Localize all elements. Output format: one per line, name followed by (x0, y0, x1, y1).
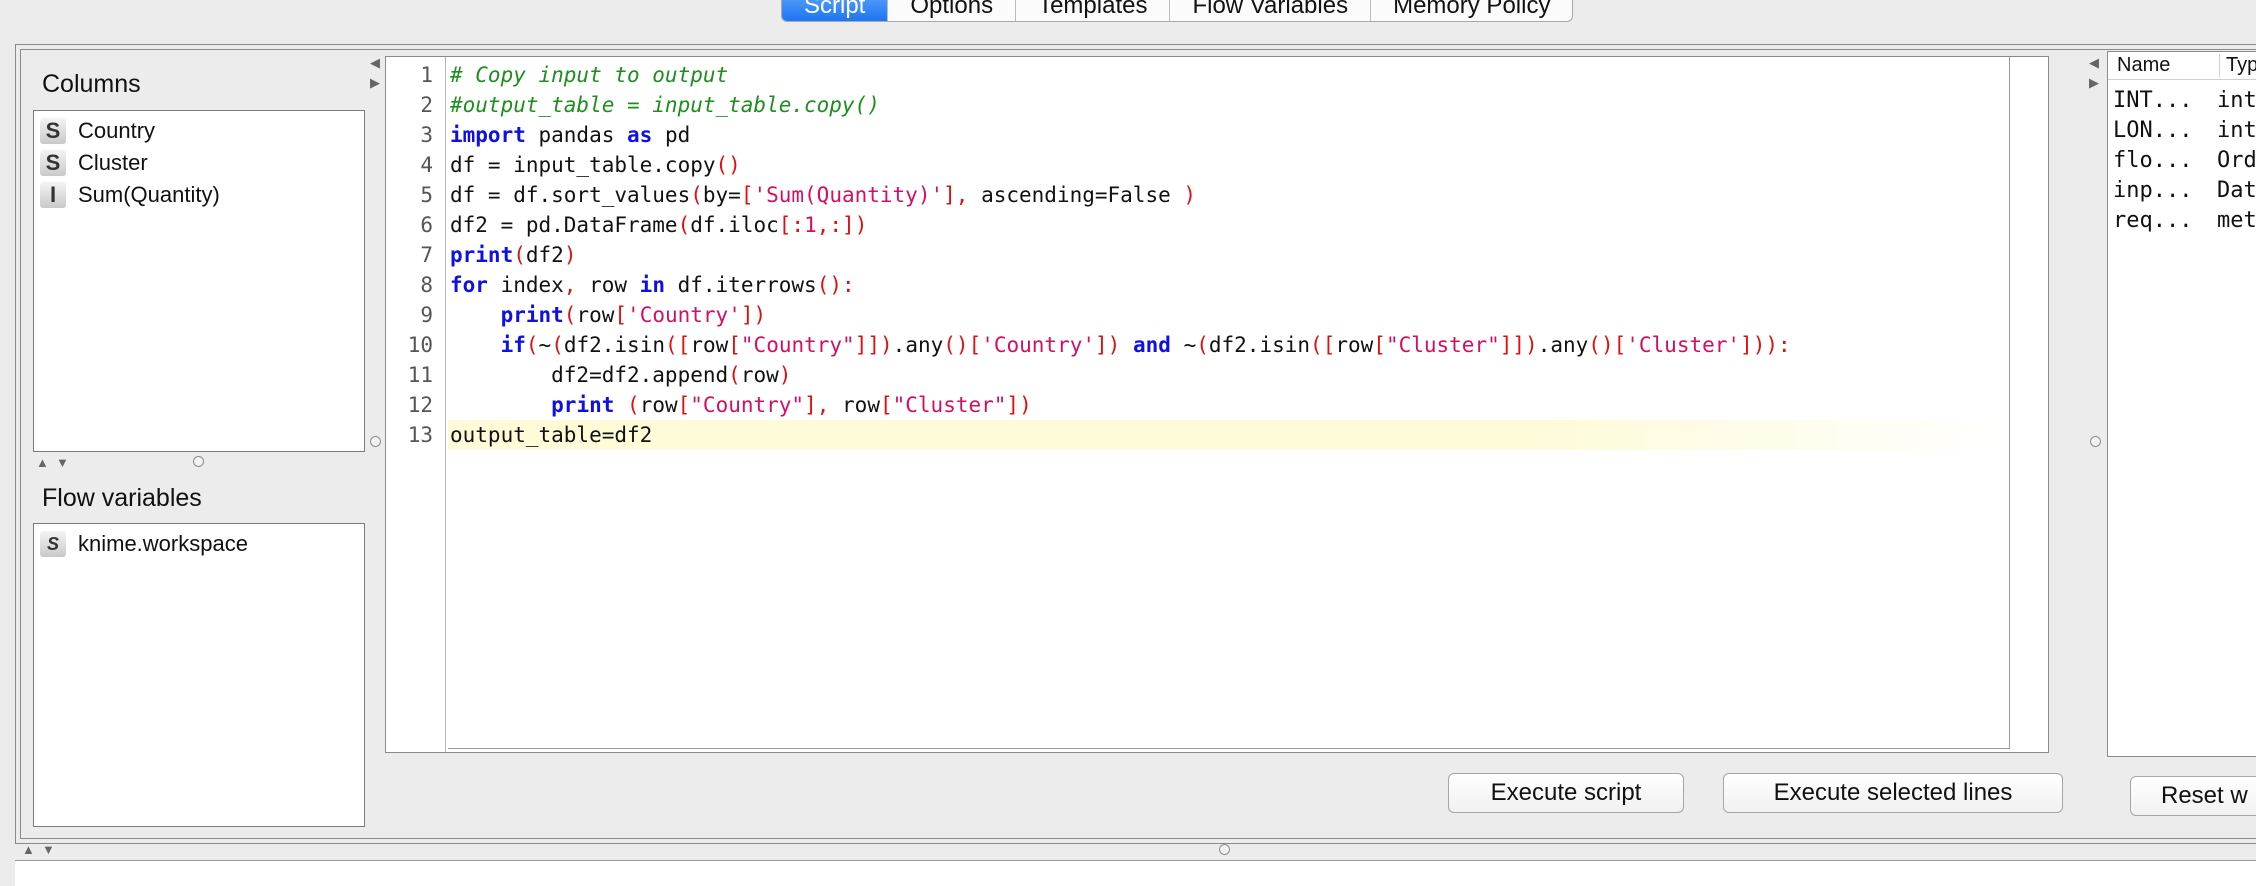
cell-name: req... (2113, 208, 2193, 233)
execute-selected-lines-button[interactable]: Execute selected lines (1723, 773, 2063, 813)
code-line: for index, row in df.iterrows(): (450, 273, 855, 297)
line-number: 8 (420, 273, 433, 297)
execute-script-button[interactable]: Execute script (1448, 773, 1684, 813)
expand-right-icon[interactable]: ▶ (2089, 76, 2099, 89)
collapse-up-icon[interactable]: ▲ (22, 843, 35, 856)
line-number: 12 (407, 393, 433, 417)
collapse-left-icon[interactable]: ◀ (2089, 56, 2099, 69)
cell-type: Ord (2217, 148, 2256, 173)
flow-variable-name: knime.workspace (78, 531, 248, 556)
cell-name: LON... (2113, 118, 2193, 143)
code-line: df = input_table.copy() (450, 153, 741, 177)
table-row[interactable]: LON... int (2113, 118, 2256, 143)
code-line: output_table=df2 (450, 423, 653, 447)
code-line: import pandas as pd (450, 123, 691, 147)
code-editor[interactable]: 1 2 3 4 5 6 7 8 9 10 11 12 13 # Copy inp… (385, 56, 2049, 753)
table-row[interactable]: INT... int (2113, 88, 2256, 113)
integer-type-icon: I (40, 182, 66, 208)
line-number: 2 (420, 93, 433, 117)
cell-type: met (2217, 208, 2256, 233)
code-line: df = df.sort_values(by=['Sum(Quantity)']… (450, 183, 1197, 207)
column-header-name[interactable]: Name (2117, 54, 2170, 77)
code-line: df2 = pd.DataFrame(df.iloc[:1,:]) (450, 213, 868, 237)
string-type-icon: S (40, 531, 66, 557)
cell-name: INT... (2113, 88, 2193, 113)
cell-type: int (2217, 118, 2256, 143)
cell-type: int (2217, 88, 2256, 113)
splitter-grip-icon[interactable] (370, 436, 381, 447)
collapse-down-icon[interactable]: ▼ (56, 456, 69, 469)
code-line: print(df2) (450, 243, 577, 267)
column-item[interactable]: S Country (40, 115, 155, 147)
code-line: # Copy input to output (450, 63, 729, 87)
table-header: Name Typ (2108, 52, 2256, 80)
splitter-grip-icon[interactable] (1219, 844, 1230, 855)
line-number: 5 (420, 183, 433, 207)
column-name: Sum(Quantity) (78, 182, 220, 207)
line-number: 11 (407, 363, 433, 387)
tab-memory-policy[interactable]: Memory Policy (1371, 0, 1572, 21)
splitter-grip-icon[interactable] (193, 456, 204, 467)
column-item[interactable]: S Cluster (40, 147, 148, 179)
cell-name: inp... (2113, 178, 2193, 203)
flow-variables-title: Flow variables (42, 484, 202, 512)
splitter-grip-icon[interactable] (2090, 436, 2101, 447)
columns-list[interactable]: S Country S Cluster I Sum(Quantity) (33, 110, 365, 452)
code-line: if(~(df2.isin([row["Country"]]).any()['C… (500, 333, 1791, 357)
code-line: print (row["Country"], row["Cluster"]) (551, 393, 1032, 417)
column-item[interactable]: I Sum(Quantity) (40, 179, 220, 211)
code-line: print(row['Country']) (500, 303, 767, 327)
code-text-area[interactable]: # Copy input to output #output_table = i… (448, 57, 2010, 749)
tab-options[interactable]: Options (888, 0, 1017, 21)
columns-title: Columns (42, 70, 141, 98)
table-row[interactable]: req... met (2113, 208, 2256, 233)
tab-flow-variables[interactable]: Flow Variables (1170, 0, 1372, 21)
line-number: 6 (420, 213, 433, 237)
flow-variables-list[interactable]: S knime.workspace (33, 523, 365, 827)
line-number: 10 (407, 333, 433, 357)
collapse-up-icon[interactable]: ▲ (36, 456, 49, 469)
line-number: 13 (407, 423, 433, 447)
line-number: 3 (420, 123, 433, 147)
console-output-area[interactable] (15, 860, 2256, 886)
table-row[interactable]: inp... Dat (2113, 178, 2256, 203)
string-type-icon: S (40, 118, 66, 144)
cell-type: Dat (2217, 178, 2256, 203)
collapse-left-icon[interactable]: ◀ (370, 56, 380, 69)
tab-script[interactable]: Script (782, 0, 889, 21)
line-number: 1 (420, 63, 433, 87)
column-header-type[interactable]: Typ (2219, 54, 2256, 77)
string-type-icon: S (40, 150, 66, 176)
line-number: 7 (420, 243, 433, 267)
table-row[interactable]: flo... Ord (2113, 148, 2256, 173)
tab-templates[interactable]: Templates (1016, 0, 1171, 21)
tab-strip: Script Options Templates Flow Variables … (781, 0, 1574, 22)
code-line: df2=df2.append(row) (450, 363, 792, 387)
code-line: #output_table = input_table.copy() (450, 93, 880, 117)
flow-variable-item[interactable]: S knime.workspace (40, 528, 248, 560)
tab-bar: Script Options Templates Flow Variables … (0, 0, 2256, 22)
line-number: 9 (420, 303, 433, 327)
cell-name: flo... (2113, 148, 2193, 173)
column-name: Cluster (78, 150, 148, 175)
column-name: Country (78, 118, 156, 143)
line-number: 4 (420, 153, 433, 177)
reset-workspace-button[interactable]: Reset w (2130, 776, 2256, 816)
collapse-down-icon[interactable]: ▼ (42, 843, 55, 856)
workspace-variables-table[interactable]: Name Typ INT... int LON... int flo... Ord i… (2107, 51, 2256, 757)
line-number-gutter: 1 2 3 4 5 6 7 8 9 10 11 12 13 (386, 57, 446, 752)
expand-right-icon[interactable]: ▶ (370, 76, 380, 89)
